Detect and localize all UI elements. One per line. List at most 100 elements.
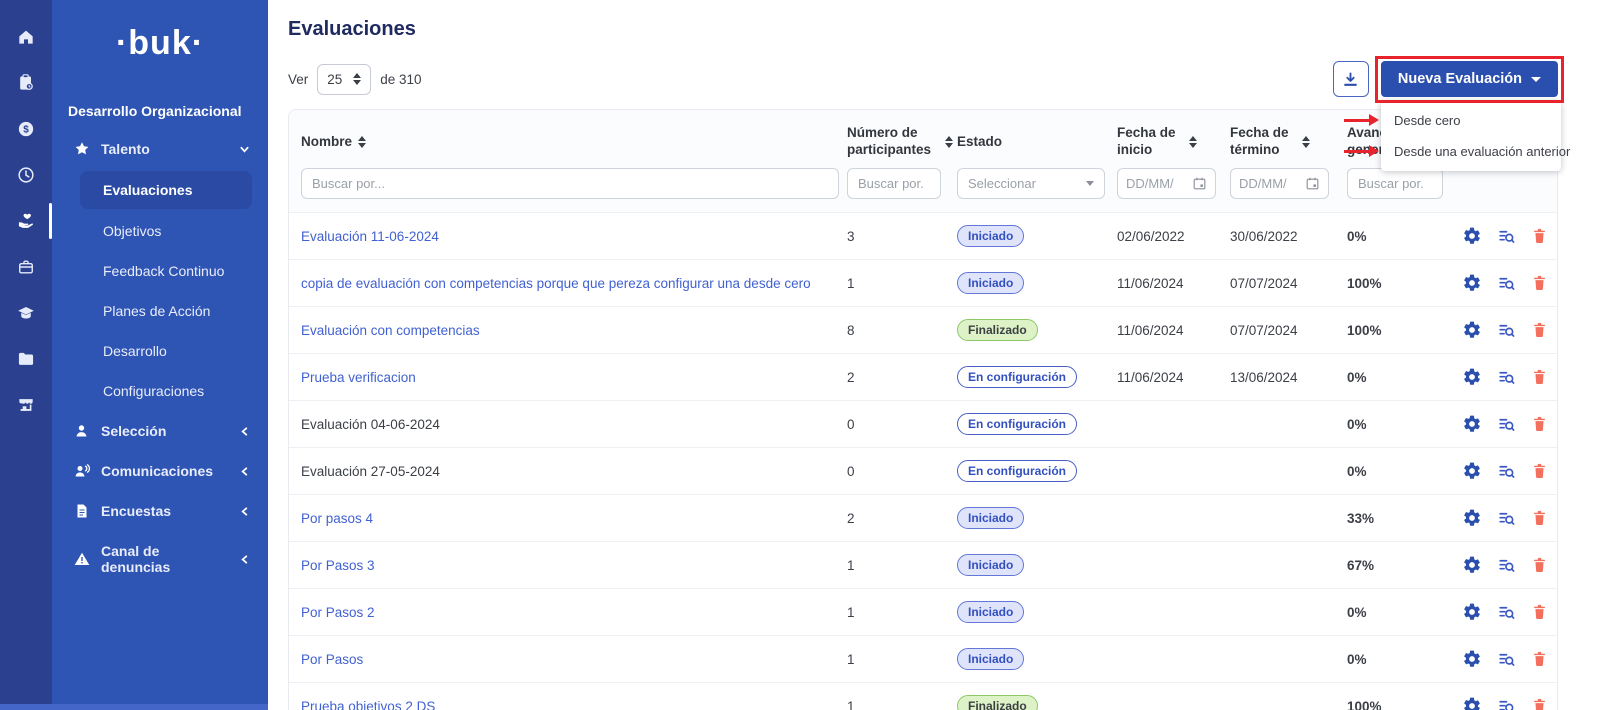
calendar-icon[interactable]: [1192, 176, 1207, 191]
time-icon[interactable]: [0, 152, 52, 198]
review-list-search-icon[interactable]: [1497, 603, 1516, 622]
sidebar-item-comunicaciones[interactable]: Comunicaciones: [52, 451, 268, 491]
table-row: Evaluación 27-05-2024 0 En configuración…: [289, 447, 1557, 494]
delete-trash-icon[interactable]: [1531, 274, 1548, 292]
progress-value: 0%: [1347, 605, 1462, 620]
new-evaluation-button[interactable]: Nueva Evaluación: [1381, 61, 1558, 97]
settings-gear-icon[interactable]: [1462, 649, 1482, 669]
page-size-select[interactable]: 25: [317, 64, 371, 95]
warning-triangle-icon: [74, 551, 90, 567]
delete-trash-icon[interactable]: [1531, 603, 1548, 621]
review-list-search-icon[interactable]: [1497, 415, 1516, 434]
menu-item-desde-cero[interactable]: Desde cero: [1381, 105, 1561, 136]
review-list-search-icon[interactable]: [1497, 274, 1516, 293]
filter-avance-input[interactable]: [1347, 168, 1443, 199]
clipboard-tasks-icon[interactable]: [0, 60, 52, 106]
star-icon: [74, 141, 90, 157]
document-icon: [74, 503, 90, 519]
sort-icon[interactable]: [945, 136, 953, 148]
settings-gear-icon[interactable]: [1462, 555, 1482, 575]
review-list-search-icon[interactable]: [1497, 556, 1516, 575]
evaluation-name-link[interactable]: Por Pasos 3: [301, 558, 375, 573]
sidebar-item-configuraciones[interactable]: Configuraciones: [52, 371, 268, 411]
page-size-label: Ver: [288, 72, 308, 87]
main-content: Evaluaciones Ver 25 de 310 Nueva Evaluac…: [268, 0, 1600, 710]
review-list-search-icon[interactable]: [1497, 368, 1516, 387]
sort-icon[interactable]: [358, 136, 366, 148]
status-badge: Iniciado: [957, 272, 1024, 294]
evaluation-name-link[interactable]: Por Pasos 2: [301, 605, 375, 620]
talent-hand-heart-icon[interactable]: [0, 198, 52, 244]
settings-gear-icon[interactable]: [1462, 367, 1482, 387]
sidebar-item-talento[interactable]: Talento: [52, 129, 268, 169]
calendar-icon[interactable]: [1305, 176, 1320, 191]
review-list-search-icon[interactable]: [1497, 321, 1516, 340]
evaluation-name-link[interactable]: Por pasos 4: [301, 511, 373, 526]
delete-trash-icon[interactable]: [1531, 697, 1548, 710]
evaluation-name-link[interactable]: Prueba objetivos 2 DS: [301, 699, 435, 710]
training-graduation-icon[interactable]: [0, 290, 52, 336]
delete-trash-icon[interactable]: [1531, 650, 1548, 668]
new-evaluation-dropdown: Desde cero Desde una evaluación anterior: [1381, 101, 1561, 171]
settings-gear-icon[interactable]: [1462, 461, 1482, 481]
evaluation-name-link[interactable]: Evaluación con competencias: [301, 323, 480, 338]
delete-trash-icon[interactable]: [1531, 368, 1548, 386]
delete-trash-icon[interactable]: [1531, 415, 1548, 433]
row-actions: [1462, 602, 1548, 622]
sidebar-item-objetivos[interactable]: Objetivos: [52, 211, 268, 251]
delete-trash-icon[interactable]: [1531, 509, 1548, 527]
documents-folder-icon[interactable]: [0, 336, 52, 382]
delete-trash-icon[interactable]: [1531, 462, 1548, 480]
payments-icon[interactable]: $: [0, 106, 52, 152]
marketplace-store-icon[interactable]: [0, 382, 52, 428]
sidebar-item-planes-de-accion[interactable]: Planes de Acción: [52, 291, 268, 331]
review-list-search-icon[interactable]: [1497, 509, 1516, 528]
menu-item-desde-evaluacion-anterior[interactable]: Desde una evaluación anterior: [1381, 136, 1561, 167]
delete-trash-icon[interactable]: [1531, 556, 1548, 574]
settings-gear-icon[interactable]: [1462, 508, 1482, 528]
filter-fecha-termino-input[interactable]: DD/MM/: [1230, 168, 1329, 199]
evaluation-name-link[interactable]: copia de evaluación con competencias por…: [301, 276, 811, 291]
settings-gear-icon[interactable]: [1462, 320, 1482, 340]
sort-icon[interactable]: [1302, 136, 1310, 148]
table-row: Evaluación 11-06-2024 3 Iniciado 02/06/2…: [289, 212, 1557, 259]
benefits-box-icon[interactable]: [0, 244, 52, 290]
settings-gear-icon[interactable]: [1462, 414, 1482, 434]
download-button[interactable]: [1333, 61, 1369, 97]
review-list-search-icon[interactable]: [1497, 227, 1516, 246]
filter-fecha-inicio-input[interactable]: DD/MM/: [1117, 168, 1216, 199]
participants-count: 1: [847, 276, 957, 291]
chevron-left-icon: [239, 506, 250, 517]
sidebar-item-feedback-continuo[interactable]: Feedback Continuo: [52, 251, 268, 291]
sidebar-item-seleccion[interactable]: Selección: [52, 411, 268, 451]
review-list-search-icon[interactable]: [1497, 697, 1516, 710]
delete-trash-icon[interactable]: [1531, 321, 1548, 339]
delete-trash-icon[interactable]: [1531, 227, 1548, 245]
evaluation-name-link[interactable]: Prueba verificacion: [301, 370, 416, 385]
home-icon[interactable]: [0, 14, 52, 60]
sidebar-item-encuestas[interactable]: Encuestas: [52, 491, 268, 531]
settings-gear-icon[interactable]: [1462, 602, 1482, 622]
sidebar-item-canal-de-denuncias[interactable]: Canal de denuncias: [52, 531, 268, 587]
evaluation-name-link[interactable]: Por Pasos: [301, 652, 363, 667]
status-badge: Iniciado: [957, 554, 1024, 576]
filter-estado-select[interactable]: Seleccionar: [957, 168, 1105, 199]
sort-icon[interactable]: [1189, 136, 1197, 148]
sidebar-item-desarrollo[interactable]: Desarrollo: [52, 331, 268, 371]
evaluation-name-link: Evaluación 27-05-2024: [301, 464, 440, 479]
settings-gear-icon[interactable]: [1462, 273, 1482, 293]
start-date: 11/06/2024: [1117, 370, 1230, 385]
person-speaking-icon: [74, 463, 90, 479]
settings-gear-icon[interactable]: [1462, 696, 1482, 710]
review-list-search-icon[interactable]: [1497, 462, 1516, 481]
sidebar-item-evaluaciones[interactable]: Evaluaciones: [80, 171, 252, 209]
toolbar-buttons: Nueva Evaluación Desde cero Desde una ev…: [1333, 61, 1558, 97]
progress-value: 0%: [1347, 370, 1462, 385]
row-actions: [1462, 696, 1548, 710]
settings-gear-icon[interactable]: [1462, 226, 1482, 246]
evaluation-name-link[interactable]: Evaluación 11-06-2024: [301, 229, 439, 244]
filter-participantes-input[interactable]: [847, 168, 941, 199]
participants-count: 0: [847, 417, 957, 432]
filter-nombre-input[interactable]: [301, 168, 839, 199]
review-list-search-icon[interactable]: [1497, 650, 1516, 669]
